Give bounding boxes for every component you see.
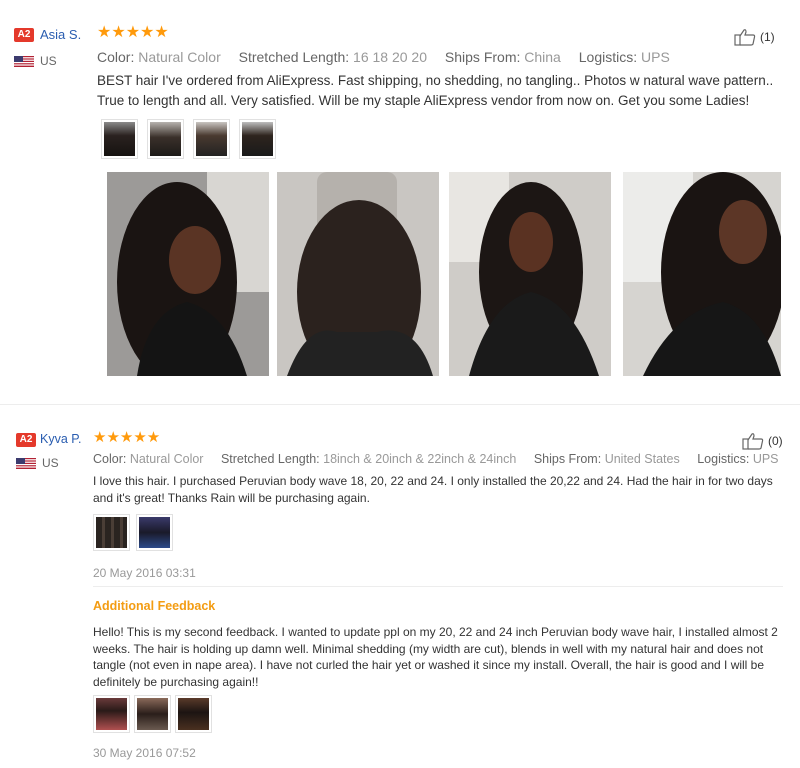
attr-key: Color: [97, 49, 135, 65]
attr-key: Stretched Length: [220, 452, 320, 466]
reviewer-name[interactable]: Asia S. [40, 27, 81, 42]
review-thumbnail[interactable] [101, 119, 138, 159]
thumbs-up-icon [734, 29, 756, 46]
review-text: I love this hair. I purchased Peruvian b… [93, 474, 773, 505]
review-thumbnail[interactable] [93, 514, 130, 551]
attr-key: Stretched Length: [238, 49, 350, 65]
star-rating: ★★★★★ [93, 429, 161, 446]
review-photo[interactable] [107, 172, 269, 376]
photo-selfie-2 [449, 172, 611, 376]
buyer-level-badge: A2 [16, 433, 36, 447]
additional-feedback-text: Hello! This is my second feedback. I wan… [93, 625, 778, 689]
helpful-button[interactable]: (1) [734, 28, 775, 46]
review-photo[interactable] [449, 172, 611, 376]
attr-key: Ships From: [444, 49, 521, 65]
additional-thumbnails [93, 695, 212, 733]
attr-value: Natural Color [129, 452, 204, 466]
attr-key: Color: [93, 452, 127, 466]
attr-value: United States [604, 452, 680, 466]
additional-feedback-label: Additional Feedback [93, 599, 216, 613]
review-photo[interactable] [623, 172, 781, 376]
review-thumbnail[interactable] [134, 695, 171, 733]
attr-value: UPS [641, 49, 670, 65]
us-flag-icon [14, 55, 34, 67]
attr-value: Natural Color [138, 49, 221, 65]
review-thumbnail[interactable] [93, 695, 130, 733]
buyer-level-badge: A2 [14, 28, 34, 42]
reviewer-name[interactable]: Kyva P. [40, 432, 81, 446]
star-rating: ★★★★★ [97, 24, 169, 41]
review-thumbnails [101, 119, 276, 159]
country-code: US [40, 54, 57, 68]
review-thumbnail[interactable] [136, 514, 173, 551]
review-divider [0, 404, 800, 405]
review-date: 20 May 2016 03:31 [93, 566, 196, 580]
helpful-count: (1) [760, 30, 775, 44]
helpful-count: (0) [768, 434, 783, 448]
country-code: US [42, 456, 59, 470]
attr-key: Ships From: [533, 452, 602, 466]
order-attributes: Color: Natural Color Stretched Length: 1… [93, 452, 779, 466]
attr-value: 18inch & 20inch & 22inch & 24inch [323, 452, 517, 466]
photo-selfie-3 [623, 172, 781, 376]
review-thumbnail[interactable] [175, 695, 212, 733]
review-thumbnail[interactable] [239, 119, 276, 159]
review-thumbnails [93, 514, 173, 551]
feedback-divider [93, 586, 783, 587]
reviewer-country: US [14, 54, 57, 68]
review-text: BEST hair I've ordered from AliExpress. … [97, 73, 774, 108]
review-photo[interactable] [277, 172, 439, 376]
attr-value: China [524, 49, 561, 65]
photo-back-of-hair [277, 172, 439, 376]
attr-key: Logistics: [578, 49, 638, 65]
us-flag-icon [16, 457, 36, 469]
additional-feedback-date: 30 May 2016 07:52 [93, 746, 196, 760]
attr-key: Logistics: [697, 452, 750, 466]
reviewer-country: US [16, 456, 59, 470]
attr-value: 16 18 20 20 [353, 49, 428, 65]
review-thumbnail[interactable] [193, 119, 230, 159]
photo-selfie-1 [107, 172, 269, 376]
attr-value: UPS [752, 452, 779, 466]
review-thumbnail[interactable] [147, 119, 184, 159]
helpful-button[interactable]: (0) [742, 432, 783, 450]
thumbs-up-icon [742, 433, 764, 450]
order-attributes: Color: Natural Color Stretched Length: 1… [97, 49, 670, 65]
